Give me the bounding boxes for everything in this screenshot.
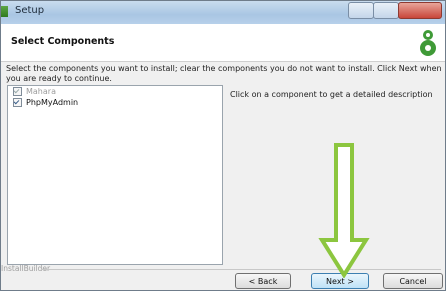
footer-divider [41, 269, 441, 270]
checkbox-checked-icon[interactable] [13, 87, 22, 96]
component-label: PhpMyAdmin [26, 98, 79, 107]
page-title: Select Components [11, 36, 115, 47]
component-item-phpmyadmin[interactable]: PhpMyAdmin [8, 97, 222, 108]
component-list[interactable]: Mahara PhpMyAdmin [7, 85, 223, 265]
minimize-button[interactable] [348, 2, 374, 19]
maximize-button[interactable] [373, 2, 399, 19]
component-description: Click on a component to get a detailed d… [230, 90, 433, 99]
installer-window: Setup Select Components Select the compo… [0, 0, 446, 291]
back-button[interactable]: < Back [235, 273, 291, 289]
page-header: Select Components [1, 24, 445, 62]
close-button[interactable] [398, 2, 442, 19]
component-item-mahara[interactable]: Mahara [8, 86, 222, 97]
annotation-arrow-icon [318, 143, 370, 278]
app-icon [1, 6, 8, 17]
installbuilder-logo-icon [420, 30, 436, 56]
title-bar: Setup [1, 1, 445, 24]
instruction-text: Select the components you want to instal… [6, 64, 442, 83]
window-controls [348, 2, 442, 19]
cancel-button[interactable]: Cancel [383, 273, 443, 289]
component-label: Mahara [26, 87, 56, 96]
checkbox-checked-icon[interactable] [13, 98, 22, 107]
window-title: Setup [15, 5, 45, 16]
